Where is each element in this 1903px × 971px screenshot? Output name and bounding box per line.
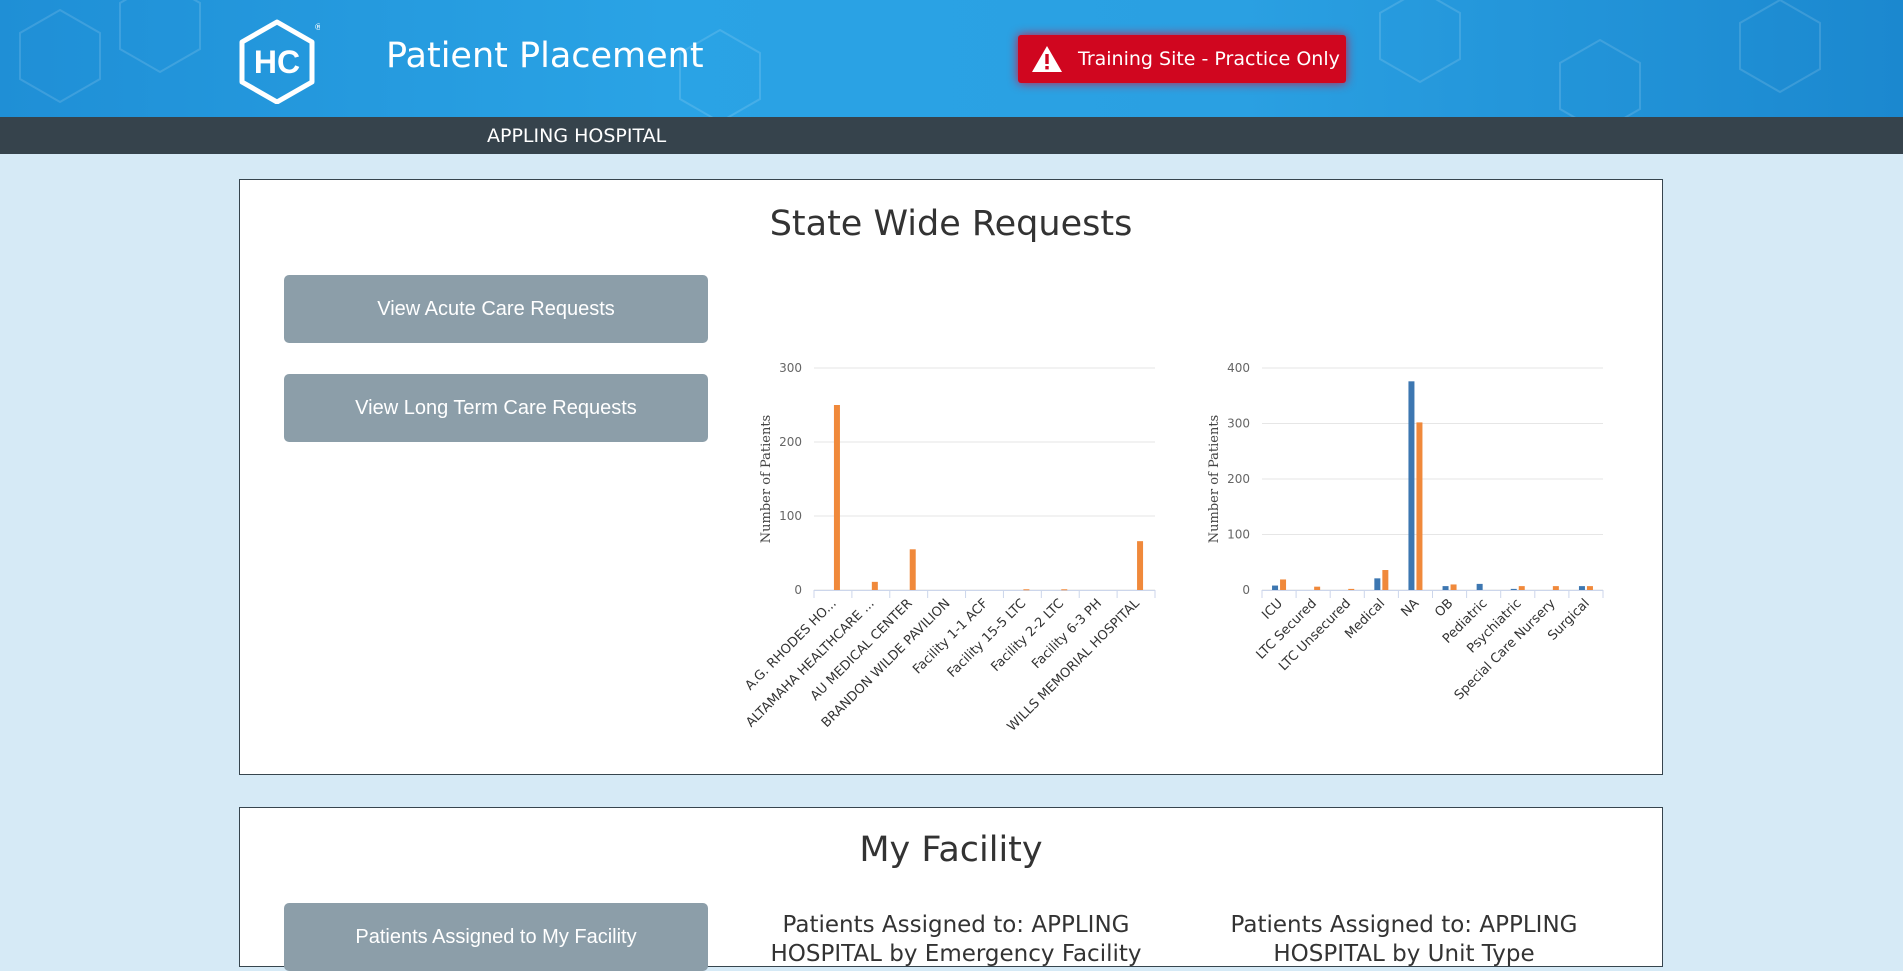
bar-assigned[interactable] [1442, 586, 1449, 590]
bar-unassigned[interactable] [871, 581, 878, 590]
bar-unassigned[interactable] [1137, 541, 1144, 590]
my-facility-panel: My Facility Patients Assigned to My Faci… [239, 807, 1663, 971]
patients-assigned-button[interactable]: Patients Assigned to My Facility [284, 903, 708, 971]
hospital-name: APPLING HOSPITAL [487, 125, 667, 147]
y-tick-label: 300 [779, 361, 802, 375]
view-acute-care-button[interactable]: View Acute Care Requests [284, 275, 708, 343]
alert-text: Training Site - Practice Only [1078, 48, 1340, 70]
bar-assigned[interactable] [1510, 588, 1517, 590]
unit-type-requests-chart: 0 100 200 300 400 Number of Patients ICU LTC Se… [1185, 260, 1625, 760]
bar-assigned[interactable] [1578, 586, 1585, 590]
logo-text: HC [254, 44, 300, 80]
x-tick-label: NA [1399, 596, 1423, 620]
unit-type-chart-title: Patients Assigned to: APPLING HOSPITAL b… [1230, 912, 1578, 967]
chart-svg: 0100200300Number of PatientsA.G. RHODES … [742, 361, 1156, 735]
bar-unassigned[interactable] [1586, 586, 1593, 590]
bar-assigned[interactable] [1272, 585, 1279, 590]
logo-registered-mark: ® [314, 23, 320, 33]
y-tick-label: 200 [779, 435, 802, 449]
hc-logo[interactable]: HC ® [234, 18, 323, 105]
y-tick-label: 300 [1227, 417, 1250, 431]
bar-unassigned[interactable] [1382, 570, 1389, 590]
bar-unassigned[interactable] [833, 405, 840, 590]
y-tick-label: 200 [1227, 472, 1250, 486]
statewide-requests-panel: State Wide Requests View Acute Care Requ… [239, 179, 1663, 775]
bar-unassigned[interactable] [1552, 586, 1559, 590]
facility-requests-chart: 0 100 200 300 Number of Patients A.G. RHODES … [737, 260, 1177, 760]
statewide-title: State Wide Requests [769, 204, 1133, 244]
bar-assigned[interactable] [1408, 381, 1415, 590]
y-axis-label: Number of Patients [759, 415, 774, 543]
y-tick-label: 100 [779, 509, 802, 523]
y-tick-label: 0 [1242, 583, 1250, 597]
bar-unassigned[interactable] [1061, 589, 1068, 591]
app-header: HC ® Patient Placement Training Site - P… [0, 0, 1903, 117]
warning-icon [1032, 46, 1062, 72]
training-site-alert: Training Site - Practice Only [1018, 35, 1346, 83]
chart-svg: 0100200300400Number of PatientsICULTC Se… [1207, 361, 1604, 703]
bar-unassigned[interactable] [909, 549, 916, 590]
y-tick-label: 100 [1227, 528, 1250, 542]
facility-bar: APPLING HOSPITAL [0, 117, 1903, 154]
bar-unassigned[interactable] [1280, 579, 1287, 590]
y-axis-label: Number of Patients [1207, 415, 1222, 543]
view-long-term-care-button[interactable]: View Long Term Care Requests [284, 374, 708, 442]
bar-assigned[interactable] [1374, 578, 1381, 590]
y-tick-label: 400 [1227, 361, 1250, 375]
app-title: Patient Placement [386, 36, 704, 76]
bar-unassigned[interactable] [1348, 588, 1355, 590]
bar-assigned[interactable] [1476, 583, 1483, 590]
bar-unassigned[interactable] [1416, 422, 1423, 590]
my-facility-title: My Facility [859, 830, 1043, 870]
bar-unassigned[interactable] [1314, 586, 1321, 590]
bar-unassigned[interactable] [1023, 589, 1030, 591]
x-tick-label: OB [1432, 596, 1456, 620]
x-tick-label: ICU [1259, 596, 1285, 622]
bar-unassigned[interactable] [1450, 584, 1457, 590]
emergency-facility-chart-title: Patients Assigned to: APPLING HOSPITAL b… [770, 912, 1142, 967]
y-tick-label: 0 [794, 583, 802, 597]
bar-unassigned[interactable] [1518, 586, 1525, 590]
